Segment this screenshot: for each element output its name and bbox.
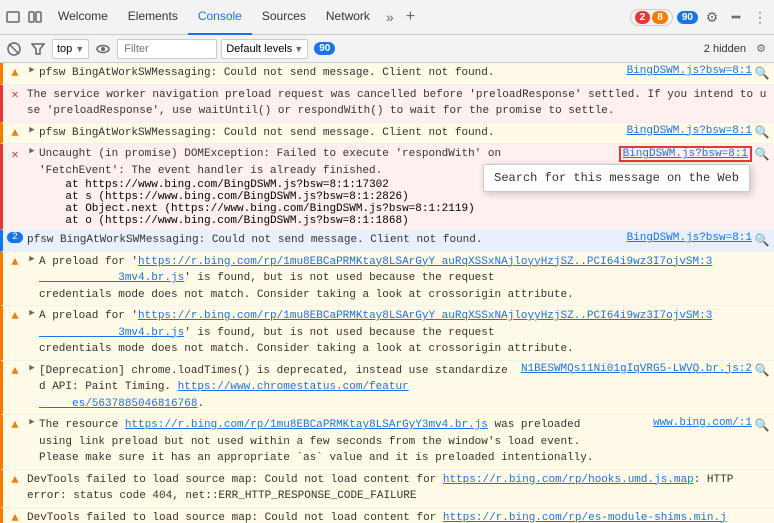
add-tab-button[interactable]: + (400, 8, 421, 26)
warning-icon-7: ▲ (7, 308, 23, 324)
row-source-9[interactable]: www.bing.com/:1 (645, 417, 752, 429)
row-source-3[interactable]: BingDSWM.js?bsw=8:1 (619, 125, 752, 137)
error-badge: 2 (635, 11, 651, 24)
error-icon-4: ✕ (7, 146, 23, 162)
levels-chevron: ▼ (294, 44, 303, 54)
row-text-1: pfsw BingAtWorkSWMessaging: Could not se… (39, 65, 619, 82)
row-text-5: pfsw BingAtWorkSWMessaging: Could not se… (27, 232, 619, 249)
console-row-7: ▲ ▶ A preload for 'https://r.bing.com/rp… (0, 306, 774, 361)
console-content: ▲ ▶ pfsw BingAtWorkSWMessaging: Could no… (0, 63, 774, 523)
row-text-3: pfsw BingAtWorkSWMessaging: Could not se… (39, 125, 619, 142)
warning-icon-8: ▲ (7, 363, 23, 379)
row-text-2: The service worker navigation preload re… (27, 87, 770, 120)
hidden-count: 2 hidden (704, 43, 746, 55)
warning-icon-6: ▲ (7, 254, 23, 270)
more-tabs-button[interactable]: » (380, 9, 400, 25)
expand-arrow-7[interactable]: ▶ (27, 308, 37, 318)
preload-link-6a[interactable]: https://r.bing.com/rp/1mu8EBCaPRMKtay8LS… (39, 256, 712, 285)
tab-elements[interactable]: Elements (118, 0, 188, 35)
search-tooltip: Search for this message on the Web (483, 164, 750, 192)
warning-badge: 8 (652, 11, 668, 24)
warning-icon-3: ▲ (7, 125, 23, 141)
stack-link-4[interactable]: https://www.bing.com/BingDSWM.js?bsw=8:1… (105, 215, 402, 227)
stack-link-1[interactable]: https://www.bing.com/BingDSWM.js?bsw=8:1… (85, 179, 389, 191)
row-source-8[interactable]: N1BESWMQs11Ni01gIqVRG5-LWVQ.br.js:2 (513, 363, 752, 375)
console-row-9: ▲ ▶ The resource https://r.bing.com/rp/1… (0, 415, 774, 470)
expand-arrow-1[interactable]: ▶ (27, 65, 37, 75)
row-text-10: DevTools failed to load source map: Coul… (27, 472, 770, 505)
search-web-icon-9[interactable]: 🔍 (754, 417, 770, 433)
devtools-link-11[interactable]: https://r.bing.com/rp/es-module-shims.mi… (27, 512, 727, 523)
row-text-7: A preload for 'https://r.bing.com/rp/1mu… (39, 308, 770, 358)
warning-icon-11: ▲ (7, 510, 23, 523)
search-web-icon-1[interactable]: 🔍 (754, 65, 770, 81)
resource-link-9[interactable]: https://r.bing.com/rp/1mu8EBCaPRMKtay8LS… (125, 419, 488, 431)
console-row-10: ▲ DevTools failed to load source map: Co… (0, 470, 774, 508)
error-icon-2: ✕ (7, 87, 23, 103)
search-web-icon-4[interactable]: 🔍 (754, 146, 770, 162)
expand-arrow-3[interactable]: ▶ (27, 125, 37, 135)
console-row-1: ▲ ▶ pfsw BingAtWorkSWMessaging: Could no… (0, 63, 774, 85)
search-web-icon-5[interactable]: 🔍 (754, 232, 770, 248)
row-badge-5: 2 (7, 232, 23, 243)
console-row-4: ✕ ▶ Uncaught (in promise) DOMException: … (0, 144, 774, 230)
levels-dropdown[interactable]: Default levels ▼ (221, 39, 308, 59)
console-row-6: ▲ ▶ A preload for 'https://r.bing.com/rp… (0, 252, 774, 307)
context-value: top (57, 43, 72, 55)
row-text-8: [Deprecation] chrome.loadTimes() is depr… (39, 363, 513, 413)
console-row-11: ▲ DevTools failed to load source map: Co… (0, 508, 774, 523)
expand-arrow-6[interactable]: ▶ (27, 254, 37, 264)
warning-icon-1: ▲ (7, 65, 23, 81)
devtools-link-10[interactable]: https://r.bing.com/rp/hooks.umd.js.map (443, 474, 694, 486)
devtools-tab-bar: Welcome Elements Console Sources Network… (0, 0, 774, 35)
console-settings-icon[interactable]: ⚙ (752, 40, 770, 58)
tabs-right-actions: 2 8 90 ⚙ ⋮ (630, 7, 770, 27)
panel-icon[interactable] (26, 8, 44, 26)
error-warning-badge: 2 8 (630, 9, 673, 26)
warning-icon-9: ▲ (7, 417, 23, 433)
console-toolbar: top ▼ Default levels ▼ 90 2 hidden ⚙ (0, 35, 774, 63)
row-source-4[interactable]: BingDSWM.js?bsw=8:1 (619, 146, 752, 162)
customize-icon[interactable] (726, 7, 746, 27)
expand-arrow-9[interactable]: ▶ (27, 417, 37, 427)
tab-console[interactable]: Console (188, 0, 252, 35)
filter-toggle-button[interactable] (28, 39, 48, 59)
stack-link-3[interactable]: https://www.bing.com/BingDSWM.js?bsw=8:1… (171, 203, 468, 215)
more-options-icon[interactable]: ⋮ (750, 7, 770, 27)
console-row-2: ✕ The service worker navigation preload … (0, 85, 774, 123)
tab-network[interactable]: Network (316, 0, 380, 35)
expand-arrow-4[interactable]: ▶ (27, 146, 37, 156)
tab-welcome[interactable]: Welcome (48, 0, 118, 35)
info-badge: 90 (677, 11, 698, 24)
console-toolbar-right: 2 hidden ⚙ (704, 40, 770, 58)
row-source-1[interactable]: BingDSWM.js?bsw=8:1 (619, 65, 752, 77)
back-icon[interactable] (4, 8, 22, 26)
deprecation-link-8[interactable]: https://www.chromestatus.com/featur es/5… (39, 381, 409, 410)
settings-icon[interactable]: ⚙ (702, 7, 722, 27)
search-web-icon-8[interactable]: 🔍 (754, 363, 770, 379)
row-text-11: DevTools failed to load source map: Coul… (27, 510, 770, 523)
levels-label: Default levels (226, 43, 292, 55)
console-row-3: ▲ ▶ pfsw BingAtWorkSWMessaging: Could no… (0, 123, 774, 145)
stack-link-2[interactable]: https://www.bing.com/BingDSWM.js?bsw=8:1… (105, 191, 402, 203)
chevron-down-icon: ▼ (75, 44, 84, 54)
context-selector[interactable]: top ▼ (52, 39, 89, 59)
warning-icon-10: ▲ (7, 472, 23, 488)
eye-icon[interactable] (93, 39, 113, 59)
tab-sources[interactable]: Sources (252, 0, 316, 35)
expand-arrow-8[interactable]: ▶ (27, 363, 37, 373)
clear-console-button[interactable] (4, 39, 24, 59)
row-text-6: A preload for 'https://r.bing.com/rp/1mu… (39, 254, 770, 304)
console-row-8: ▲ ▶ [Deprecation] chrome.loadTimes() is … (0, 361, 774, 416)
row-source-5[interactable]: BingDSWM.js?bsw=8:1 (619, 232, 752, 244)
preload-link-7a[interactable]: https://r.bing.com/rp/1mu8EBCaPRMKtay8LS… (39, 310, 712, 339)
row-text-9: The resource https://r.bing.com/rp/1mu8E… (39, 417, 645, 467)
filter-input[interactable] (117, 39, 217, 59)
console-badge: 90 (314, 42, 335, 55)
console-row-5: 2 pfsw BingAtWorkSWMessaging: Could not … (0, 230, 774, 252)
search-web-icon-3[interactable]: 🔍 (754, 125, 770, 141)
